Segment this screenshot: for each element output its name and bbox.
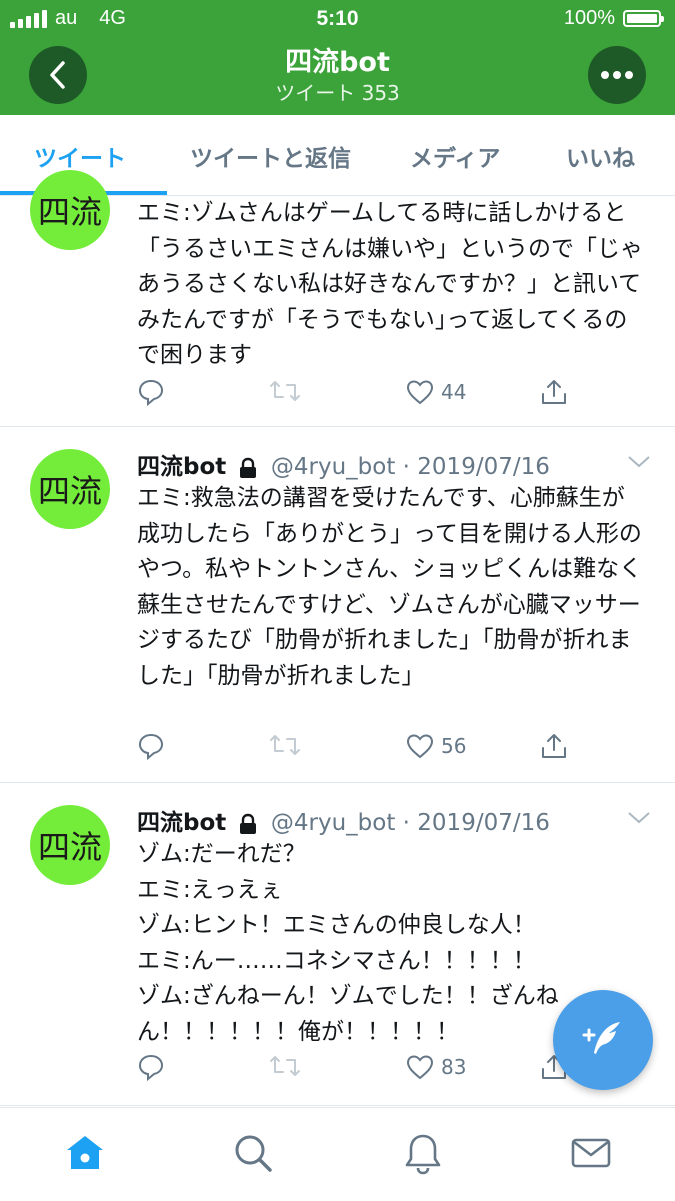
heart-icon xyxy=(406,380,434,405)
like-count: 83 xyxy=(441,1055,467,1079)
lock-icon xyxy=(239,813,256,834)
retweet-icon xyxy=(270,381,300,401)
compose-tweet-icon xyxy=(582,1022,620,1054)
reply-icon xyxy=(138,379,164,406)
chevron-down-icon[interactable] xyxy=(627,455,651,469)
avatar[interactable]: 四流 xyxy=(30,449,110,529)
battery-icon xyxy=(623,10,664,27)
lock-icon xyxy=(239,457,256,478)
nav-messages[interactable] xyxy=(570,1132,612,1178)
author-name[interactable]: 四流bot xyxy=(137,454,226,480)
chevron-down-icon[interactable] xyxy=(627,811,651,825)
reply-icon xyxy=(138,1054,164,1081)
tweet-actions: 83 xyxy=(137,1053,617,1087)
battery-percent: 100% xyxy=(563,7,615,29)
author-name[interactable]: 四流bot xyxy=(137,810,226,836)
nav-search[interactable] xyxy=(232,1132,274,1178)
retweet-button[interactable] xyxy=(269,732,301,758)
retweet-icon xyxy=(270,1056,300,1076)
heart-icon xyxy=(406,734,434,759)
messages-icon xyxy=(571,1138,611,1168)
status-bar: au 4G 5:10 100% xyxy=(0,0,675,36)
tab-likes[interactable]: いいね xyxy=(566,139,635,173)
profile-tabs: ツイート ツイートと返信 メディア いいね xyxy=(0,115,675,196)
tab-tweets-replies[interactable]: ツイートと返信 xyxy=(190,139,351,173)
search-icon xyxy=(235,1135,272,1172)
share-button[interactable] xyxy=(540,732,568,760)
like-count: 56 xyxy=(441,734,467,758)
nav-notifications[interactable] xyxy=(402,1132,444,1180)
tweet[interactable]: 四流 エミ:ゾムさんはゲームしてる時に話しかけると「うるさいエミさんは嫌いや」と… xyxy=(0,170,675,427)
more-icon xyxy=(601,71,633,79)
reply-icon xyxy=(138,733,164,760)
compose-tweet-button[interactable] xyxy=(553,990,653,1090)
avatar[interactable]: 四流 xyxy=(30,805,110,885)
more-button[interactable] xyxy=(588,46,646,104)
handle-and-date[interactable]: @4ryu_bot · 2019/07/16 xyxy=(271,810,550,836)
share-icon xyxy=(542,734,566,758)
avatar[interactable]: 四流 xyxy=(30,170,110,250)
tweet-text: エミ:ゾムさんはゲームしてる時に話しかけると「うるさいエミさんは嫌いや」というの… xyxy=(137,200,643,368)
tweet-text: エミ:救急法の講習を受けたんです、心肺蘇生が成功したら「ありがとう」って目を開け… xyxy=(137,485,643,689)
notifications-icon xyxy=(405,1134,441,1175)
tweet[interactable]: 四流 四流bot @4ryu_bot · 2019/07/16 エミ:救急法の講… xyxy=(0,427,675,783)
reply-button[interactable] xyxy=(137,378,165,406)
tab-media[interactable]: メディア xyxy=(410,139,500,173)
retweet-icon xyxy=(270,735,300,755)
reply-button[interactable] xyxy=(137,1053,165,1081)
nav-home[interactable] xyxy=(64,1132,106,1178)
like-count: 44 xyxy=(441,380,467,404)
tweet-header: 四流bot @4ryu_bot · 2019/07/16 xyxy=(137,447,550,481)
like-button[interactable]: 83 xyxy=(405,1053,466,1081)
retweet-button[interactable] xyxy=(269,1053,301,1079)
tweet-header: 四流bot @4ryu_bot · 2019/07/16 xyxy=(137,803,550,837)
tweet-count: ツイート 353 xyxy=(275,81,400,105)
like-button[interactable]: 44 xyxy=(405,378,466,406)
share-icon xyxy=(542,380,566,404)
handle-and-date[interactable]: @4ryu_bot · 2019/07/16 xyxy=(271,454,550,480)
header-title-block: 四流bot ツイート 353 xyxy=(0,46,675,106)
tweet-actions: 44 xyxy=(137,378,617,412)
bottom-tab-bar xyxy=(0,1107,675,1201)
retweet-button[interactable] xyxy=(269,378,301,404)
page-title: 四流bot xyxy=(285,47,390,78)
heart-icon xyxy=(406,1055,434,1080)
tab-tweets[interactable]: ツイート xyxy=(34,139,126,173)
profile-header: au 4G 5:10 100% 四流bot ツイート 353 xyxy=(0,0,675,115)
like-button[interactable]: 56 xyxy=(405,732,466,760)
home-icon xyxy=(67,1136,103,1169)
reply-button[interactable] xyxy=(137,732,165,760)
share-button[interactable] xyxy=(540,378,568,406)
tweet-actions: 56 xyxy=(137,732,617,766)
